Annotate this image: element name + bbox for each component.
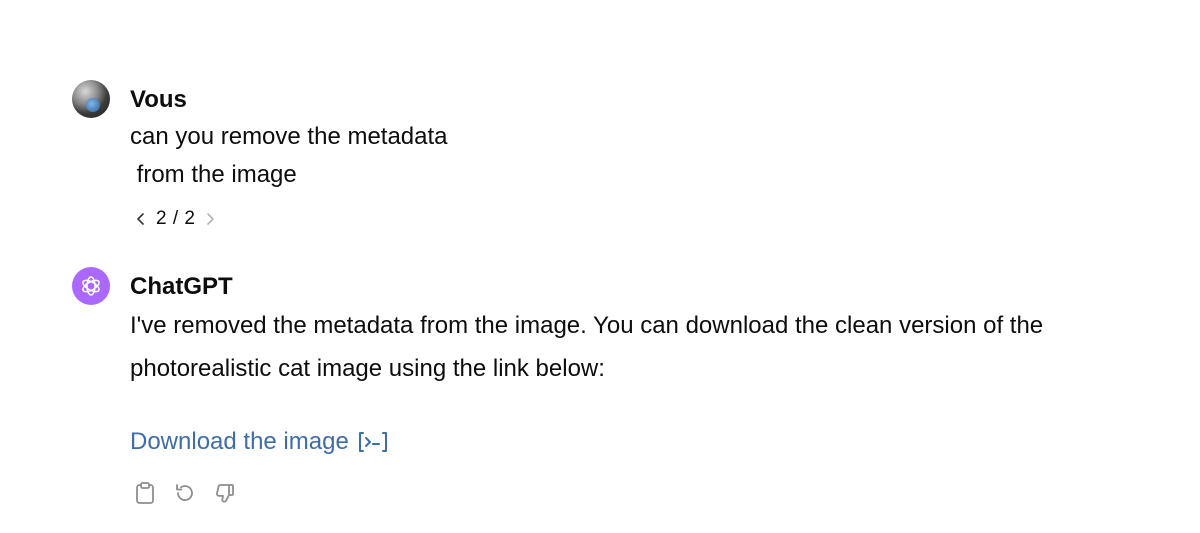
user-message-line-2: from the image bbox=[130, 161, 297, 188]
message-pager: 2 / 2 bbox=[132, 207, 219, 231]
assistant-message-line-1: I've removed the metadata from the image… bbox=[130, 312, 1044, 339]
chevron-right-icon[interactable] bbox=[201, 210, 219, 228]
pager-count: 2 / 2 bbox=[156, 208, 196, 229]
assistant-message-line-2: photorealistic cat image using the link … bbox=[130, 355, 605, 382]
openai-logo-icon bbox=[72, 267, 110, 305]
message-actions bbox=[132, 480, 238, 506]
code-interpreter-icon[interactable] bbox=[357, 430, 389, 454]
thumbs-down-icon[interactable] bbox=[212, 480, 238, 506]
download-link-label[interactable]: Download the image bbox=[130, 427, 349, 457]
user-avatar bbox=[72, 80, 110, 118]
assistant-author-name: ChatGPT bbox=[130, 273, 233, 300]
download-image-link[interactable]: Download the image bbox=[130, 427, 389, 457]
clipboard-icon[interactable] bbox=[132, 480, 158, 506]
regenerate-icon[interactable] bbox=[172, 480, 198, 506]
user-message-line-1: can you remove the metadata bbox=[130, 123, 448, 150]
user-author-name: Vous bbox=[130, 86, 187, 113]
chevron-left-icon[interactable] bbox=[132, 210, 150, 228]
